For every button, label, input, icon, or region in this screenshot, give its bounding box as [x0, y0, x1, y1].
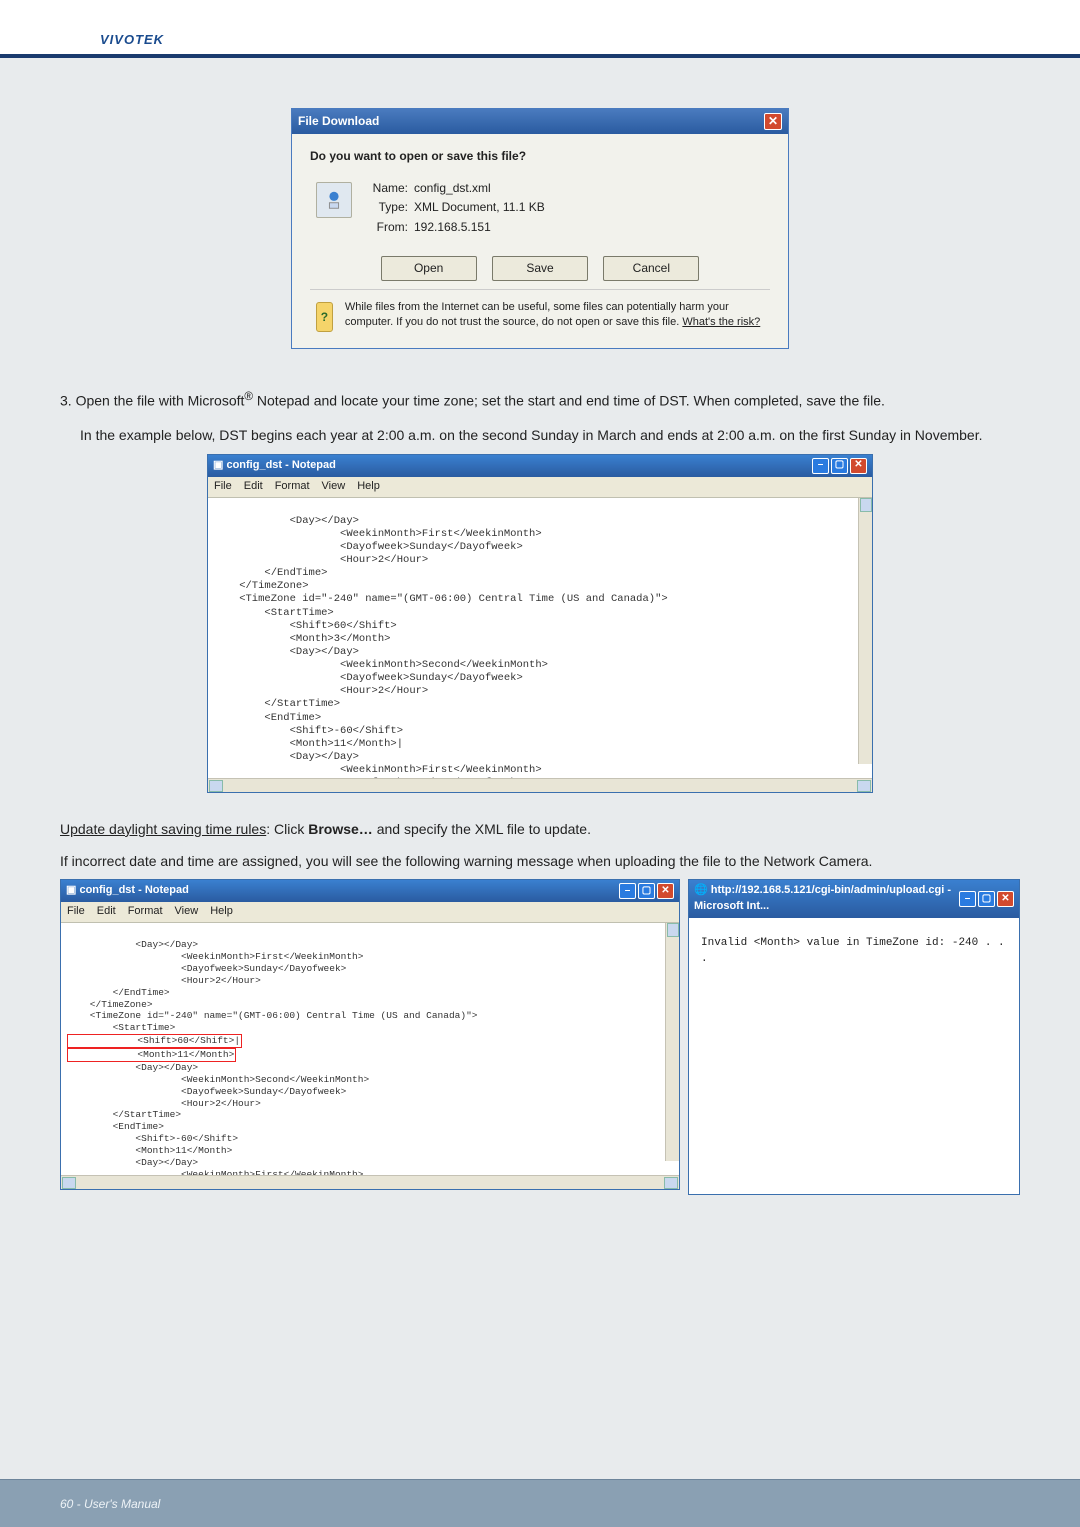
file-download-dialog: File Download ✕ Do you want to open or s… — [291, 108, 789, 349]
scrollbar-vertical[interactable] — [665, 923, 679, 1161]
menu-view[interactable]: View — [322, 479, 346, 495]
maximize-icon[interactable]: ▢ — [638, 883, 655, 899]
from-label: From: — [364, 219, 408, 236]
page-footer: 60 - User's Manual — [0, 1479, 1080, 1527]
maximize-icon[interactable]: ▢ — [831, 458, 848, 474]
menu-help[interactable]: Help — [357, 479, 380, 495]
menu-file[interactable]: File — [67, 904, 85, 920]
warning-icon: ? — [316, 302, 333, 332]
close-icon[interactable]: ✕ — [657, 883, 674, 899]
notepad-window: ▣ config_dst - Notepad – ▢ ✕ File Edit F… — [207, 454, 873, 793]
menu-edit[interactable]: Edit — [244, 479, 263, 495]
menu-edit[interactable]: Edit — [97, 904, 116, 920]
warning-text: While files from the Internet can be use… — [345, 300, 770, 330]
open-button[interactable]: Open — [381, 256, 477, 281]
warning-paragraph: If incorrect date and time are assigned,… — [60, 851, 1020, 871]
type-value: XML Document, 11.1 KB — [414, 200, 545, 214]
dialog-question: Do you want to open or save this file? — [310, 148, 770, 165]
from-value: 192.168.5.151 — [414, 220, 491, 234]
name-label: Name: — [364, 180, 408, 197]
example-paragraph: In the example below, DST begins each ye… — [80, 425, 1020, 445]
dialog-title: File Download — [298, 113, 379, 130]
menu-file[interactable]: File — [214, 479, 232, 495]
update-dst-text: Update daylight saving time rules: Click… — [60, 819, 1020, 839]
ie-window: 🌐 http://192.168.5.121/cgi-bin/admin/upl… — [688, 879, 1020, 1194]
notepad2-head: <Day></Day> <WeekinMonth>First</WeekinMo… — [67, 939, 477, 1033]
notepad-doc-icon: ▣ — [66, 884, 79, 896]
menu-help[interactable]: Help — [210, 904, 233, 920]
close-icon[interactable]: ✕ — [997, 891, 1014, 907]
notepad-title: config_dst - Notepad — [79, 884, 188, 896]
ie-icon: 🌐 — [694, 884, 711, 896]
ie-error-message: Invalid <Month> value in TimeZone id: -2… — [689, 918, 1019, 986]
notepad2-mid: <Day></Day> <WeekinMonth>Second</WeekinM… — [67, 1062, 381, 1175]
menu-view[interactable]: View — [175, 904, 199, 920]
menu-format[interactable]: Format — [128, 904, 163, 920]
type-label: Type: — [364, 199, 408, 216]
file-type-icon — [316, 182, 352, 218]
maximize-icon[interactable]: ▢ — [978, 891, 995, 907]
notepad-menu[interactable]: File Edit Format View Help — [61, 902, 679, 923]
notepad-window-error: ▣ config_dst - Notepad – ▢ ✕ File Edit F… — [60, 879, 680, 1190]
scrollbar-horizontal[interactable] — [208, 778, 872, 792]
notepad-doc-icon: ▣ — [213, 459, 226, 471]
close-icon[interactable]: ✕ — [764, 113, 782, 130]
minimize-icon[interactable]: – — [959, 891, 976, 907]
cancel-button[interactable]: Cancel — [603, 256, 699, 281]
save-button[interactable]: Save — [492, 256, 588, 281]
name-value: config_dst.xml — [414, 181, 491, 195]
notepad-menu[interactable]: File Edit Format View Help — [208, 477, 872, 498]
brand-label: VIVOTEK — [100, 32, 164, 47]
highlight-shift: <Shift>60</Shift>| — [67, 1034, 242, 1048]
ie-title-text: http://192.168.5.121/cgi-bin/admin/uploa… — [694, 884, 951, 912]
minimize-icon[interactable]: – — [619, 883, 636, 899]
minimize-icon[interactable]: – — [812, 458, 829, 474]
notepad-title: config_dst - Notepad — [226, 459, 335, 471]
notepad-content: <Day></Day> <WeekinMonth>First</WeekinMo… — [214, 515, 668, 778]
close-icon[interactable]: ✕ — [850, 458, 867, 474]
step-3-text: 3. Open the file with Microsoft® Notepad… — [60, 389, 1020, 411]
menu-format[interactable]: Format — [275, 479, 310, 495]
scrollbar-vertical[interactable] — [858, 498, 872, 764]
scrollbar-horizontal[interactable] — [61, 1175, 679, 1189]
highlight-month: <Month>11</Month> — [67, 1048, 236, 1062]
whats-the-risk-link[interactable]: What's the risk? — [682, 316, 760, 328]
